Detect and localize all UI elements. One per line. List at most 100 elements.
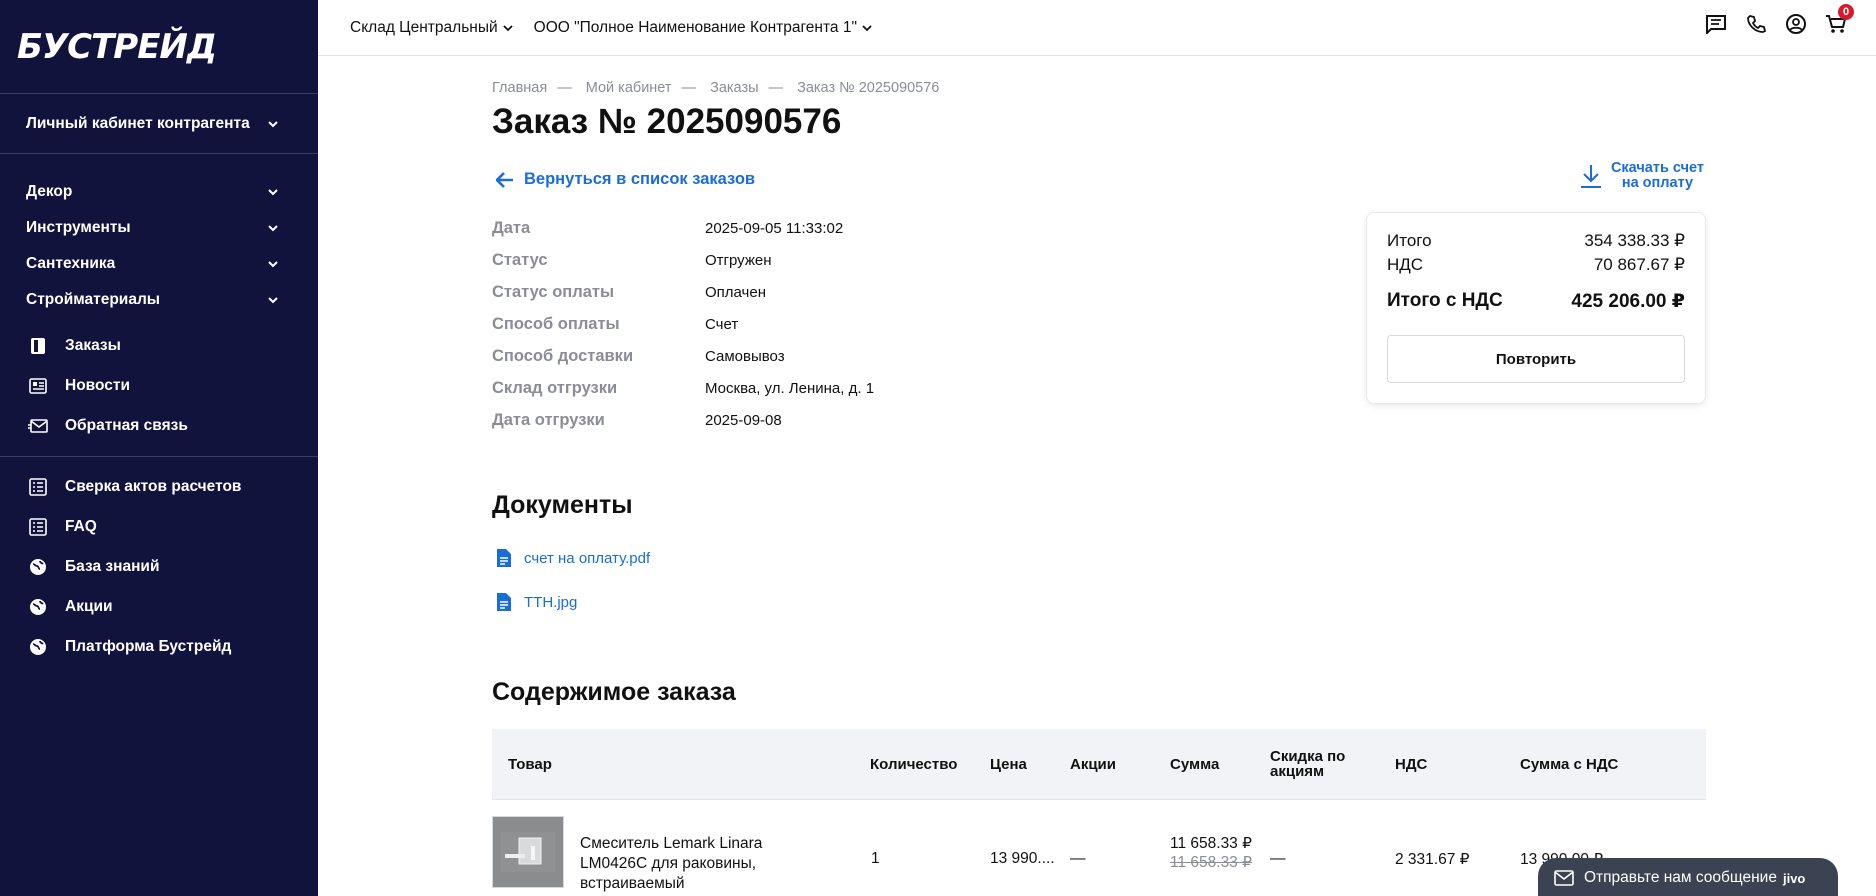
counterparty-label: ООО "Полное Наименование Контрагента 1" — [533, 18, 857, 36]
chat-label: Отправьте нам сообщение — [1584, 869, 1777, 886]
account-icon[interactable] — [1784, 12, 1808, 36]
file-icon — [497, 549, 511, 567]
breadcrumb-orders[interactable]: Заказы — [710, 80, 758, 96]
col-price: Цена — [990, 755, 1027, 773]
sidebar-category-tools[interactable]: Инструменты — [0, 210, 318, 246]
sidebar-item-label: Заказы — [65, 337, 121, 354]
row-promo: — — [1070, 850, 1086, 867]
row-sum-old: 11 658.33 ₽ — [1170, 854, 1252, 871]
product-name[interactable]: Смеситель Lemark Linara LM0426C для рако… — [580, 834, 790, 894]
chevron-down-icon — [503, 24, 513, 31]
download-label-line1: Скачать счет — [1610, 160, 1704, 176]
info-row-status: Статус Отгружен — [492, 250, 772, 269]
info-row-shipment-date: Дата отгрузки 2025-09-08 — [492, 410, 782, 429]
sidebar-item-label: Акции — [65, 598, 113, 615]
table-row: Смеситель Lemark Linara LM0426C для рако… — [492, 799, 1706, 896]
documents-heading: Документы — [492, 491, 633, 519]
sidebar-item-label: Платформа Бустрейд — [65, 638, 232, 655]
download-invoice-button[interactable]: Скачать счет на оплату — [1579, 161, 1704, 191]
back-to-orders-link[interactable]: Вернуться в список заказов — [496, 170, 755, 189]
sidebar-item-label: База знаний — [65, 558, 160, 575]
sidebar-item-reconciliation[interactable]: Сверка актов расчетов — [0, 467, 318, 507]
cart-count-badge: 0 — [1838, 4, 1854, 20]
mail-icon — [28, 416, 48, 436]
totals-grand-total: Итого с НДС 425 206.00 ₽ — [1387, 290, 1685, 312]
sidebar-item-label: Сверка актов расчетов — [65, 478, 242, 495]
sidebar-item-faq[interactable]: FAQ — [0, 507, 318, 547]
chat-icon[interactable] — [1704, 12, 1728, 36]
sidebar: БУСТРЕЙД Личный кабинет контрагента Деко… — [0, 0, 318, 896]
chat-widget[interactable]: Отправьте нам сообщение jivo — [1538, 858, 1838, 896]
sidebar-category-plumbing[interactable]: Сантехника — [0, 246, 318, 282]
repeat-order-button[interactable]: Повторить — [1387, 335, 1685, 383]
product-image[interactable] — [492, 816, 564, 888]
logo[interactable]: БУСТРЕЙД — [0, 0, 318, 94]
info-row-payment-status: Статус оплаты Оплачен — [492, 282, 766, 301]
sidebar-category-label: Сантехника — [26, 255, 116, 272]
sidebar-category-label: Стройматериалы — [26, 291, 161, 308]
document-name: счет на оплату.pdf — [524, 549, 651, 567]
row-price: 13 990.... — [990, 850, 1055, 867]
phone-icon[interactable] — [1744, 12, 1768, 36]
sidebar-item-label: FAQ — [65, 518, 97, 535]
col-discount: Скидка по акциям — [1270, 748, 1346, 780]
info-row-warehouse: Склад отгрузки Москва, ул. Ленина, д. 1 — [492, 378, 875, 397]
col-sum: Сумма — [1170, 755, 1220, 773]
back-link-label: Вернуться в список заказов — [524, 170, 756, 188]
sidebar-category-label: Инструменты — [26, 219, 131, 236]
mail-icon — [1554, 870, 1574, 886]
sidebar-item-orders[interactable]: Заказы — [0, 326, 318, 366]
breadcrumb-current: Заказ № 2025090576 — [797, 80, 940, 96]
globe-icon — [28, 637, 48, 657]
document-link-invoice[interactable]: счет на оплату.pdf — [496, 548, 650, 568]
chevron-down-icon — [268, 261, 278, 268]
sidebar-item-label: Новости — [65, 377, 130, 394]
sidebar-category-label: Декор — [26, 183, 73, 200]
topbar: Склад Центральный ООО "Полное Наименован… — [318, 0, 1876, 56]
breadcrumb-cabinet[interactable]: Мой кабинет — [586, 80, 672, 96]
file-icon — [497, 593, 511, 611]
sidebar-item-feedback[interactable]: Обратная связь — [0, 406, 318, 446]
row-vat: 2 331.67 ₽ — [1395, 851, 1470, 868]
order-items-table: Товар Количество Цена Акции Сумма Скидка… — [492, 729, 1706, 896]
sidebar-item-label: Обратная связь — [65, 417, 188, 434]
sidebar-item-platform[interactable]: Платформа Бустрейд — [0, 627, 318, 667]
cart-icon[interactable]: 0 — [1824, 4, 1854, 36]
sidebar-category-building[interactable]: Стройматериалы — [0, 282, 318, 318]
table-header: Товар Количество Цена Акции Сумма Скидка… — [492, 729, 1706, 799]
col-promo: Акции — [1070, 755, 1117, 773]
chevron-down-icon — [268, 225, 278, 232]
sidebar-item-promotions[interactable]: Акции — [0, 587, 318, 627]
col-vat: НДС — [1395, 755, 1428, 773]
info-row-delivery-method: Способ доставки Самовывоз — [492, 346, 785, 365]
col-quantity: Количество — [870, 755, 958, 773]
chevron-down-icon — [268, 189, 278, 196]
totals-card: Итого 354 338.33 ₽ НДС 70 867.67 ₽ Итого с… — [1366, 212, 1706, 404]
news-icon — [28, 376, 48, 396]
info-row-payment-method: Способ оплаты Счет — [492, 314, 739, 333]
document-name: ТТН.jpg — [524, 593, 578, 611]
download-icon — [1580, 165, 1601, 188]
warehouse-label: Склад Центральный — [350, 18, 498, 36]
list-icon — [28, 477, 48, 497]
chevron-down-icon — [268, 297, 278, 304]
sidebar-item-knowledge-base[interactable]: База знаний — [0, 547, 318, 587]
counterparty-dropdown[interactable]: ООО "Полное Наименование Контрагента 1" — [534, 19, 873, 37]
document-link-waybill[interactable]: ТТН.jpg — [496, 592, 577, 612]
totals-vat: НДС 70 867.67 ₽ — [1387, 255, 1685, 274]
sidebar-category-decor[interactable]: Декор — [0, 174, 318, 210]
col-sum-vat: Сумма с НДС — [1520, 755, 1619, 773]
sidebar-cabinet-menu[interactable]: Личный кабинет контрагента — [0, 94, 318, 154]
page-title: Заказ № 2025090576 — [492, 102, 842, 141]
sidebar-item-news[interactable]: Новости — [0, 366, 318, 406]
row-quantity: 1 — [871, 850, 880, 867]
order-info: Дата 2025-09-05 11:33:02 Статус Отгружен С… — [492, 212, 874, 436]
chat-brand: jivo — [1782, 870, 1806, 886]
sidebar-cabinet-label: Личный кабинет контрагента — [26, 114, 250, 132]
warehouse-dropdown[interactable]: Склад Центральный — [350, 19, 514, 37]
order-contents-heading: Содержимое заказа — [492, 678, 736, 706]
chevron-down-icon — [862, 24, 872, 31]
globe-icon — [28, 597, 48, 617]
main-content: Главная — Мой кабинет — Заказы — Заказ № 20… — [492, 56, 1706, 892]
breadcrumb-home[interactable]: Главная — [492, 80, 547, 96]
